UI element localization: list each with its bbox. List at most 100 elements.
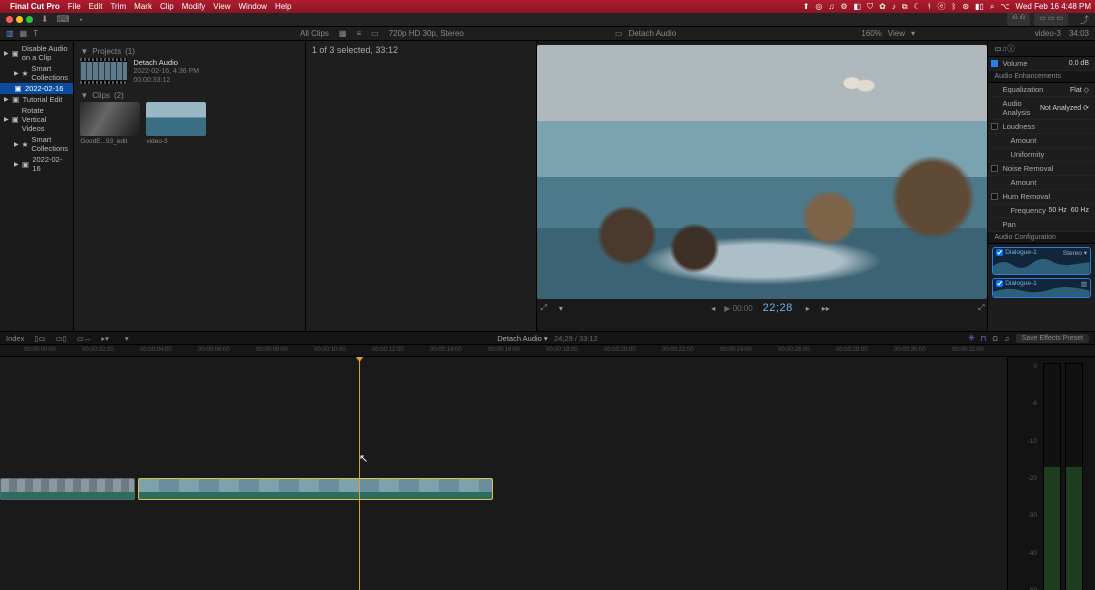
project-thumbnail[interactable] bbox=[80, 58, 127, 84]
search-icon[interactable]: ⌕ bbox=[990, 2, 994, 12]
checkbox[interactable] bbox=[991, 123, 998, 130]
app-name[interactable]: Final Cut Pro bbox=[10, 2, 60, 11]
volume-value[interactable]: 0.0 dB bbox=[1069, 60, 1089, 67]
clip-audio-lane[interactable] bbox=[1, 492, 134, 499]
filmstrip-icon[interactable]: ▭ bbox=[371, 29, 379, 38]
menu-view[interactable]: View bbox=[213, 2, 230, 11]
clip-thumbnail[interactable] bbox=[80, 102, 140, 136]
view-menu[interactable]: View bbox=[888, 29, 905, 38]
timeline-clip-selected[interactable]: video-3 bbox=[138, 478, 493, 500]
titles-tab-icon[interactable]: T bbox=[33, 29, 38, 38]
bluetooth-icon[interactable]: ᛒ bbox=[952, 2, 957, 11]
sidebar-item[interactable]: ▶▣2022-02-16 bbox=[0, 154, 73, 174]
fullscreen-viewer-button[interactable]: ⤢ bbox=[975, 303, 987, 313]
play-button[interactable]: ▸ bbox=[803, 304, 813, 313]
tool-icon[interactable]: ▾ bbox=[125, 334, 129, 343]
snap-icon[interactable]: ⊓ bbox=[981, 334, 987, 343]
wifi-icon[interactable]: ⊛ bbox=[962, 2, 969, 11]
audio-icon[interactable]: ♫ bbox=[1004, 334, 1010, 343]
menu-clip[interactable]: Clip bbox=[160, 2, 174, 11]
status-icon[interactable]: ⬆ bbox=[803, 2, 810, 11]
timeline-project-name[interactable]: Detach Audio ▾ bbox=[497, 334, 547, 343]
project-item[interactable]: Detach Audio 2022-02-16, 4:36 PM 00:00:3… bbox=[80, 58, 299, 85]
component-checkbox[interactable] bbox=[996, 249, 1003, 256]
status-icon[interactable]: ♫ bbox=[828, 2, 834, 11]
timecode[interactable]: 22;28 bbox=[763, 302, 793, 314]
clip-thumb[interactable]: GoodE...93_edit bbox=[80, 102, 140, 145]
sidebar-item[interactable]: ▶▣Tutorial Edit bbox=[0, 94, 73, 105]
uniformity-row[interactable]: Uniformity bbox=[988, 148, 1095, 162]
audio-subcomponent[interactable]: Dialogue-1 ▥ bbox=[992, 278, 1091, 298]
menu-help[interactable]: Help bbox=[275, 2, 291, 11]
save-effects-button[interactable]: Save Effects Preset bbox=[1016, 334, 1089, 343]
minimize-icon[interactable] bbox=[16, 16, 23, 23]
tool-icon[interactable]: ▭▯ bbox=[56, 334, 67, 343]
angle-icon[interactable]: ▭ bbox=[615, 29, 623, 38]
status-icon[interactable]: ⛉ bbox=[867, 2, 873, 12]
timeline-clip[interactable]: GoodEats1993_edit bbox=[0, 478, 135, 500]
playhead[interactable] bbox=[359, 357, 360, 590]
status-icon[interactable]: ⓔ bbox=[938, 1, 946, 12]
menu-file[interactable]: File bbox=[68, 2, 81, 11]
status-icon[interactable]: ᚬ bbox=[927, 2, 932, 11]
status-icon[interactable]: ◎ bbox=[815, 2, 822, 11]
toolbar-pill[interactable]: ▭ ▭ ▭ bbox=[1034, 13, 1068, 26]
menu-mark[interactable]: Mark bbox=[134, 2, 152, 11]
status-icon[interactable]: ☾ bbox=[914, 2, 921, 11]
keyword-button[interactable]: ⌨ bbox=[57, 14, 70, 25]
checkbox[interactable] bbox=[991, 165, 998, 172]
equalization-row[interactable]: Equalization Flat ◇ bbox=[988, 83, 1095, 97]
audio-component[interactable]: Dialogue-1 Stereo ▾ bbox=[992, 247, 1091, 275]
menu-edit[interactable]: Edit bbox=[89, 2, 103, 11]
video-tab-icon[interactable]: ▭ bbox=[994, 44, 1001, 53]
tool-icon[interactable]: ▭↔ bbox=[77, 334, 92, 343]
clip-thumbnail[interactable] bbox=[146, 102, 206, 136]
loudness-row[interactable]: Loudness bbox=[988, 120, 1095, 134]
sidebar-item[interactable]: ▶▣Disable Audio on a Clip bbox=[0, 43, 73, 63]
stereo-icon[interactable]: ▥ bbox=[1081, 280, 1087, 288]
row-value[interactable]: Flat ◇ bbox=[1070, 86, 1089, 94]
skimmer-icon[interactable]: ⎈ bbox=[969, 333, 975, 343]
grid-icon[interactable]: ▦ bbox=[339, 29, 347, 38]
fit-button[interactable]: ⤢ bbox=[537, 303, 549, 313]
row-value[interactable]: Not Analyzed ⟳ bbox=[1040, 104, 1089, 112]
zoom-level[interactable]: 160% bbox=[861, 29, 881, 38]
index-button[interactable]: Index bbox=[6, 334, 24, 343]
menu-modify[interactable]: Modify bbox=[182, 2, 206, 11]
timeline-ruler[interactable]: 00:00:00:0000:00:02:0000:00:04:0000:00:0… bbox=[0, 345, 1095, 357]
noise-row[interactable]: Noise Removal bbox=[988, 162, 1095, 176]
volume-row[interactable]: Volume 0.0 dB bbox=[988, 57, 1095, 71]
clips-header[interactable]: ▼Clips (2) bbox=[80, 91, 299, 100]
list-icon[interactable]: ≡ bbox=[356, 29, 361, 38]
status-icon[interactable]: ⧉ bbox=[902, 2, 908, 12]
browser-filter[interactable]: All Clips bbox=[300, 29, 329, 38]
menu-trim[interactable]: Trim bbox=[110, 2, 126, 11]
checkbox[interactable] bbox=[991, 193, 998, 200]
prev-frame-button[interactable]: ◂ bbox=[708, 304, 718, 313]
library-tab-icon[interactable]: ▥ bbox=[6, 29, 14, 38]
amount-row[interactable]: Amount bbox=[988, 176, 1095, 190]
hum-row[interactable]: Hum Removal bbox=[988, 190, 1095, 204]
tool-icon[interactable]: ▯▭ bbox=[34, 334, 45, 343]
next-frame-button[interactable]: ▸▸ bbox=[819, 304, 833, 313]
sidebar-item[interactable]: ▶▣Rotate Vertical Videos bbox=[0, 105, 73, 134]
battery-icon[interactable]: ▮▯ bbox=[975, 2, 984, 11]
component-checkbox[interactable] bbox=[996, 280, 1003, 287]
frequency-row[interactable]: Frequency 50 Hz 60 Hz bbox=[988, 204, 1095, 218]
analysis-row[interactable]: Audio Analysis Not Analyzed ⟳ bbox=[988, 97, 1095, 120]
status-icon[interactable]: ◧ bbox=[854, 2, 862, 11]
close-icon[interactable] bbox=[6, 16, 13, 23]
fullscreen-icon[interactable] bbox=[26, 16, 33, 23]
status-icon[interactable]: ♪ bbox=[892, 2, 896, 11]
timeline[interactable]: GoodEats1993_edit video-3 ↖ 0-6-10-20-30… bbox=[0, 357, 1095, 590]
freq-60[interactable]: 60 Hz bbox=[1071, 207, 1089, 214]
amount-row[interactable]: Amount bbox=[988, 134, 1095, 148]
control-center-icon[interactable]: ⌥ bbox=[1000, 2, 1009, 11]
freq-50[interactable]: 50 Hz bbox=[1049, 207, 1067, 214]
toolbar-pill[interactable]: ⎌ ⎌ bbox=[1007, 13, 1030, 26]
transform-button[interactable]: ▾ bbox=[556, 304, 566, 313]
viewer-canvas[interactable] bbox=[537, 45, 987, 299]
clock[interactable]: Wed Feb 16 4:48 PM bbox=[1016, 2, 1091, 11]
sidebar-item-selected[interactable]: ▣2022-02-16 bbox=[0, 83, 73, 94]
volume-checkbox[interactable] bbox=[991, 60, 998, 67]
